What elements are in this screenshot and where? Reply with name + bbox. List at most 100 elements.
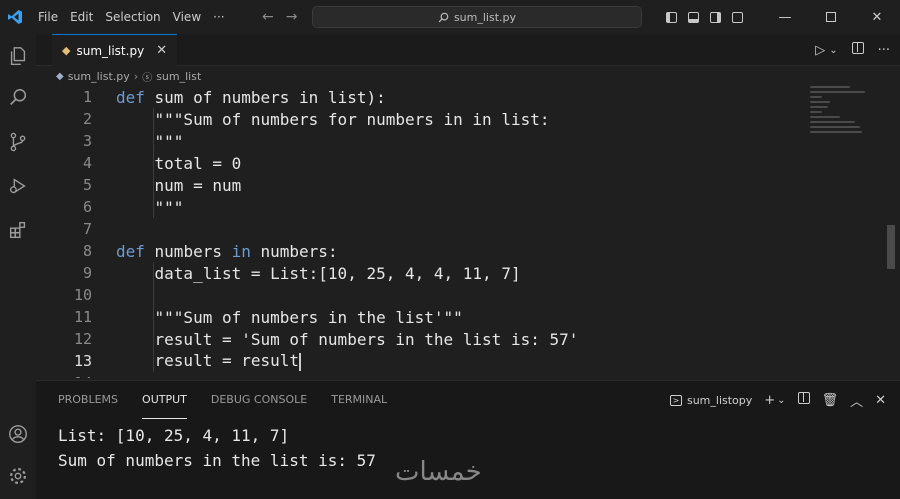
code-line[interactable]: 3 """ xyxy=(36,130,796,152)
close-tab-icon[interactable]: ✕ xyxy=(156,43,167,58)
panel-actions: > sum_listopy + ⌄ 🗑 ︿ ✕ xyxy=(669,381,886,419)
run-debug-icon[interactable] xyxy=(0,168,36,204)
code-token: num = num xyxy=(116,175,242,195)
menu-view[interactable]: View xyxy=(167,0,207,34)
command-center-text: sum_list.py xyxy=(453,10,517,24)
indent-guide xyxy=(153,108,154,218)
code-text: """ xyxy=(116,197,184,217)
vertical-scrollbar[interactable] xyxy=(887,225,895,269)
terminal-icon: > xyxy=(669,394,682,406)
line-number: 8 xyxy=(82,242,92,260)
tab-debug-console[interactable]: DEBUG CONSOLE xyxy=(211,381,307,419)
breadcrumb-symbol[interactable]: sum_list xyxy=(156,70,201,83)
text-cursor xyxy=(299,352,301,371)
breadcrumb: ◆ sum_list.py › ⓢ sum_list xyxy=(56,66,201,86)
minimize-icon[interactable]: — xyxy=(762,0,808,34)
python-file-icon: ◆ xyxy=(56,70,64,82)
toggle-panel-icon[interactable] xyxy=(682,0,704,34)
window-controls: — ✕ xyxy=(660,0,900,34)
code-text: result = 'Sum of numbers in the list is:… xyxy=(116,329,579,349)
line-number: 6 xyxy=(82,198,92,216)
code-token: result = result xyxy=(116,351,300,371)
accounts-icon[interactable] xyxy=(0,416,36,452)
toggle-secondary-sidebar-icon[interactable] xyxy=(704,0,726,34)
code-token: """Sum of numbers in the list'"" xyxy=(116,307,463,327)
menu-edit[interactable]: Edit xyxy=(64,0,99,34)
line-number: 13 xyxy=(73,352,92,370)
keyword-token: in xyxy=(231,241,251,261)
new-terminal-icon[interactable]: + xyxy=(764,393,775,408)
code-text: result = result xyxy=(116,351,301,371)
code-text: """ xyxy=(116,131,184,151)
code-line[interactable]: 12 result = 'Sum of numbers in the list … xyxy=(36,328,796,350)
run-python-file-icon[interactable]: ▷ xyxy=(815,43,825,58)
more-actions-icon[interactable]: ··· xyxy=(878,43,890,58)
code-token: """ xyxy=(116,131,184,151)
breadcrumb-file[interactable]: sum_list.py xyxy=(68,70,130,83)
navigation-arrows: ← → xyxy=(262,0,297,34)
code-line[interactable]: 11 """Sum of numbers in the list'"" xyxy=(36,306,796,328)
code-text: """Sum of numbers in the list'"" xyxy=(116,308,463,327)
close-window-icon[interactable]: ✕ xyxy=(854,0,900,34)
editor-tab-bar: ◆ sum_list.py ✕ ▷ ⌄ ··· xyxy=(36,34,900,66)
code-text: data_list = List:[10, 25, 4, 4, 11, 7] xyxy=(116,264,521,283)
terminal-dropdown-icon[interactable]: ⌄ xyxy=(777,395,785,406)
line-number: 10 xyxy=(73,286,92,304)
line-number: 2 xyxy=(82,110,92,128)
code-line[interactable]: 7 xyxy=(36,218,796,240)
code-line[interactable]: 10 xyxy=(36,284,796,306)
code-token: total = 0 xyxy=(116,153,242,173)
code-editor[interactable]: 1 def sum of numbers in list): 2 """Sum of… xyxy=(36,86,806,379)
maximize-panel-chevron-up-icon[interactable]: ︿ xyxy=(850,391,863,410)
code-line[interactable]: 13 result = result xyxy=(36,350,796,372)
extensions-icon[interactable] xyxy=(0,212,36,248)
code-line[interactable]: 6 """ xyxy=(36,196,796,218)
line-number: 5 xyxy=(82,176,92,194)
activity-bar xyxy=(0,34,36,499)
customize-layout-icon[interactable] xyxy=(726,0,748,34)
split-terminal-icon[interactable] xyxy=(797,392,810,408)
kill-terminal-trash-icon[interactable]: 🗑 xyxy=(822,393,839,408)
code-line[interactable]: 9 data_list = List:[10, 25, 4, 4, 11, 7] xyxy=(36,262,796,284)
back-arrow-icon[interactable]: ← xyxy=(262,9,274,25)
terminal-selector[interactable]: > sum_listopy xyxy=(669,393,753,407)
code-text: """Sum of numbers for numbers in in list… xyxy=(116,110,550,129)
source-control-icon[interactable] xyxy=(0,124,36,160)
forward-arrow-icon[interactable]: → xyxy=(286,9,298,25)
terminal-name: sum_listopy xyxy=(686,393,753,407)
code-token: data_list = List:[10, 25, 4, 4, 11, 7] xyxy=(116,263,521,283)
code-line[interactable]: 1 def sum of numbers in list): xyxy=(36,86,796,108)
chevron-right-icon: › xyxy=(133,69,139,83)
tab-output[interactable]: OUTPUT xyxy=(142,381,187,419)
code-token: """ xyxy=(116,197,184,217)
tab-problems[interactable]: PROBLEMS xyxy=(58,381,118,419)
menu-more[interactable]: ··· xyxy=(207,0,230,34)
code-line[interactable]: 14 xyxy=(36,372,796,378)
title-bar: File Edit Selection View ··· ← → sum_lis… xyxy=(0,0,900,34)
search-sidebar-icon[interactable] xyxy=(0,80,36,116)
code-line[interactable]: 2 """Sum of numbers for numbers in in li… xyxy=(36,108,796,130)
tab-terminal[interactable]: TERMINAL xyxy=(331,381,387,419)
toggle-primary-sidebar-icon[interactable] xyxy=(660,0,682,34)
minimap[interactable] xyxy=(810,86,885,146)
menu-selection[interactable]: Selection xyxy=(99,0,166,34)
output-line: Sum of numbers in the list is: 57 xyxy=(58,451,376,470)
tab-sum-list[interactable]: ◆ sum_list.py ✕ xyxy=(52,34,178,66)
code-token: result = 'Sum of numbers in the list is:… xyxy=(116,329,579,349)
run-dropdown-icon[interactable]: ⌄ xyxy=(829,45,837,56)
output-content[interactable]: List: [10, 25, 4, 11, 7] Sum of numbers … xyxy=(58,423,376,473)
code-line[interactable]: 4 total = 0 xyxy=(36,152,796,174)
split-editor-icon[interactable] xyxy=(851,42,864,58)
maximize-icon[interactable] xyxy=(808,0,854,34)
command-center-search[interactable]: sum_list.py xyxy=(312,6,642,28)
code-line[interactable]: 8 def numbers in numbers: xyxy=(36,240,796,262)
menu-file[interactable]: File xyxy=(32,0,64,34)
python-file-icon: ◆ xyxy=(62,44,71,57)
line-number: 4 xyxy=(82,154,92,172)
settings-gear-icon[interactable] xyxy=(0,458,36,494)
line-number: 1 xyxy=(82,88,92,106)
tab-label: sum_list.py xyxy=(76,43,145,58)
explorer-icon[interactable] xyxy=(0,38,36,74)
close-panel-icon[interactable]: ✕ xyxy=(875,393,886,408)
code-line[interactable]: 5 num = num xyxy=(36,174,796,196)
